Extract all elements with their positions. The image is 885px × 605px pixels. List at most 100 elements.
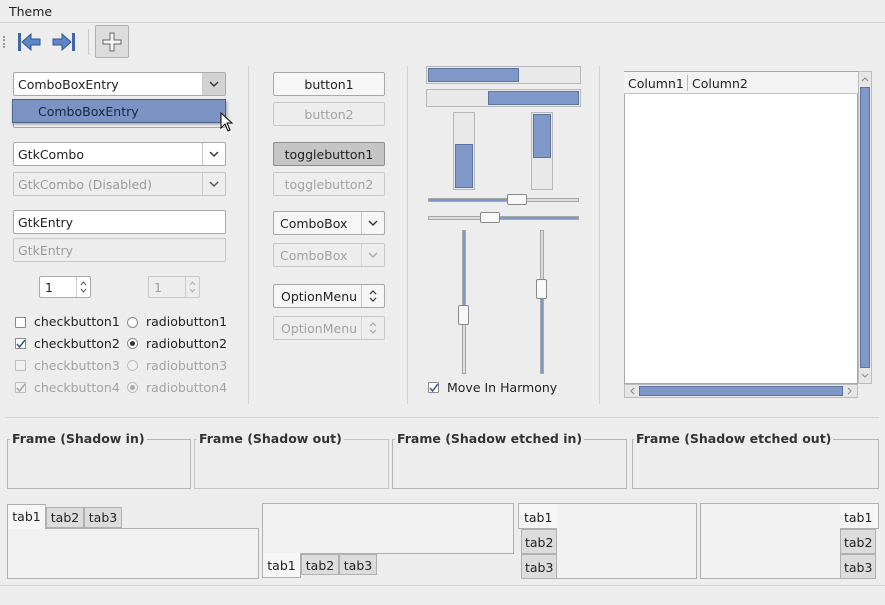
combo-popup-item[interactable]: ComboBoxEntry (38, 104, 139, 119)
move-in-harmony-box[interactable] (428, 382, 439, 393)
gtk-combo-disabled-toggle (202, 173, 225, 195)
combobox-disabled: ComboBox (273, 243, 385, 267)
notebook1-tab3[interactable]: tab3 (84, 507, 122, 528)
notebook2-tab2[interactable]: tab2 (301, 554, 339, 575)
notebook4-tab1-label: tab1 (844, 510, 873, 525)
gtk-combo-text[interactable]: GtkCombo (18, 147, 84, 162)
tree-hscrollbar[interactable] (624, 384, 858, 398)
notebook4-tab2[interactable]: tab2 (840, 529, 876, 554)
notebook4-page (700, 503, 841, 579)
progress-bar-h2-fill (488, 91, 579, 105)
notebook1-tab2[interactable]: tab2 (46, 507, 84, 528)
notebook4-tab3[interactable]: tab3 (840, 554, 876, 579)
progress-bar-h1 (426, 66, 581, 84)
notebook2-tab3[interactable]: tab3 (339, 554, 377, 575)
hscale-1-trough[interactable] (428, 198, 579, 202)
spin-button[interactable]: 1 (39, 276, 91, 298)
hscale-2-trough[interactable] (428, 216, 579, 220)
vscale-1-trough[interactable] (462, 230, 466, 374)
scroll-right-icon[interactable] (844, 385, 856, 397)
notebook3-tab1[interactable]: tab1 (518, 503, 557, 529)
spin-value[interactable]: 1 (45, 280, 53, 295)
gtk-entry-text[interactable]: GtkEntry (18, 215, 73, 230)
frame-shadow-out (194, 439, 389, 489)
chevron-down-icon (209, 151, 219, 157)
tree-column1-header[interactable]: Column1 (628, 76, 684, 91)
tree-view[interactable] (624, 71, 858, 384)
checkbutton1-label[interactable]: checkbutton1 (34, 314, 120, 329)
scroll-down-icon[interactable] (859, 370, 871, 382)
checkbutton4-label: checkbutton4 (34, 380, 120, 395)
radiobutton2-circle[interactable] (127, 338, 138, 349)
combo-box-entry[interactable]: ComboBoxEntry (13, 72, 226, 96)
button1[interactable]: button1 (273, 72, 385, 96)
add-button[interactable] (95, 25, 129, 58)
optionmenu-disabled: OptionMenu (273, 316, 385, 340)
gtk-combo-disabled: GtkCombo (Disabled) (13, 172, 226, 196)
move-in-harmony-label[interactable]: Move In Harmony (447, 380, 557, 395)
radio-dot-icon (130, 341, 135, 346)
go-first-button[interactable] (13, 27, 43, 57)
tree-header: Column1 Column2 (624, 72, 858, 94)
go-last-button[interactable] (48, 27, 78, 57)
chevron-down-icon (209, 181, 219, 187)
combo-box-entry-toggle[interactable] (202, 73, 225, 95)
gtk-combo-toggle[interactable] (202, 143, 225, 165)
vscale-2-trough[interactable] (540, 230, 544, 374)
gtk-entry-disabled-text: GtkEntry (18, 243, 74, 258)
hscale-1-slider[interactable] (507, 194, 527, 205)
notebook3-tab2[interactable]: tab2 (521, 529, 557, 554)
tree-vscrollbar-thumb[interactable] (860, 87, 870, 368)
updown-icon (369, 290, 377, 302)
spin-arrows[interactable] (76, 277, 90, 297)
frame-shadow-in (7, 439, 191, 489)
scroll-left-icon[interactable] (626, 385, 638, 397)
column-separator (599, 66, 600, 404)
combobox-toggle[interactable] (361, 212, 384, 234)
column-separator (407, 66, 408, 404)
radiobutton3-label: radiobutton3 (146, 358, 228, 373)
vscale-1-fill (463, 231, 465, 311)
radiobutton1-circle[interactable] (127, 317, 138, 328)
checkmark-icon (429, 383, 439, 393)
progress-bar-h2 (426, 89, 581, 107)
notebook1-tab2-label: tab2 (50, 510, 80, 525)
combo-box-entry-text[interactable]: ComboBoxEntry (18, 77, 119, 92)
frame-shadow-etched-in-label: Frame (Shadow etched in) (395, 431, 585, 446)
gtk-combo-disabled-text: GtkCombo (Disabled) (18, 177, 152, 192)
notebook3-tab3-label: tab3 (525, 560, 554, 575)
statusbar (0, 585, 885, 605)
tree-hscrollbar-thumb[interactable] (639, 386, 843, 396)
gtk-combo[interactable]: GtkCombo (13, 142, 226, 166)
combobox[interactable]: ComboBox (273, 211, 385, 235)
optionmenu-toggle[interactable] (361, 285, 384, 307)
notebook4-tab1[interactable]: tab1 (840, 503, 879, 529)
tree-column2-header[interactable]: Column2 (692, 76, 748, 91)
spin-button-disabled: 1 (148, 276, 200, 298)
notebook3-tab3[interactable]: tab3 (521, 554, 557, 579)
radiobutton1-label[interactable]: radiobutton1 (146, 314, 227, 329)
checkbutton1-box[interactable] (15, 317, 26, 328)
column-separator (248, 66, 249, 404)
notebook1-tab1[interactable]: tab1 (7, 504, 46, 529)
notebook2-tab1[interactable]: tab1 (262, 553, 301, 578)
scroll-up-icon[interactable] (859, 73, 871, 85)
menubar (0, 0, 885, 23)
togglebutton1[interactable]: togglebutton1 (273, 142, 385, 166)
progress-bar-v2 (531, 112, 553, 190)
menu-theme[interactable]: Theme (9, 4, 52, 19)
checkbutton4-box (15, 382, 26, 393)
tree-vscrollbar[interactable] (858, 71, 872, 384)
vscale-2-slider[interactable] (536, 279, 547, 299)
combo-popup[interactable]: ComboBoxEntry (12, 99, 226, 123)
checkbutton2-box[interactable] (15, 338, 26, 349)
notebook2-tab2-label: tab2 (305, 558, 335, 573)
checkbutton2-label[interactable]: checkbutton2 (34, 336, 120, 351)
radiobutton2-label[interactable]: radiobutton2 (146, 336, 227, 351)
optionmenu-disabled-toggle (361, 317, 384, 339)
optionmenu[interactable]: OptionMenu (273, 284, 385, 308)
gtk-entry[interactable]: GtkEntry (13, 210, 226, 234)
vscale-1-slider[interactable] (458, 305, 469, 325)
hscale-2-slider[interactable] (480, 212, 500, 223)
toolbar-grip[interactable] (3, 36, 7, 48)
